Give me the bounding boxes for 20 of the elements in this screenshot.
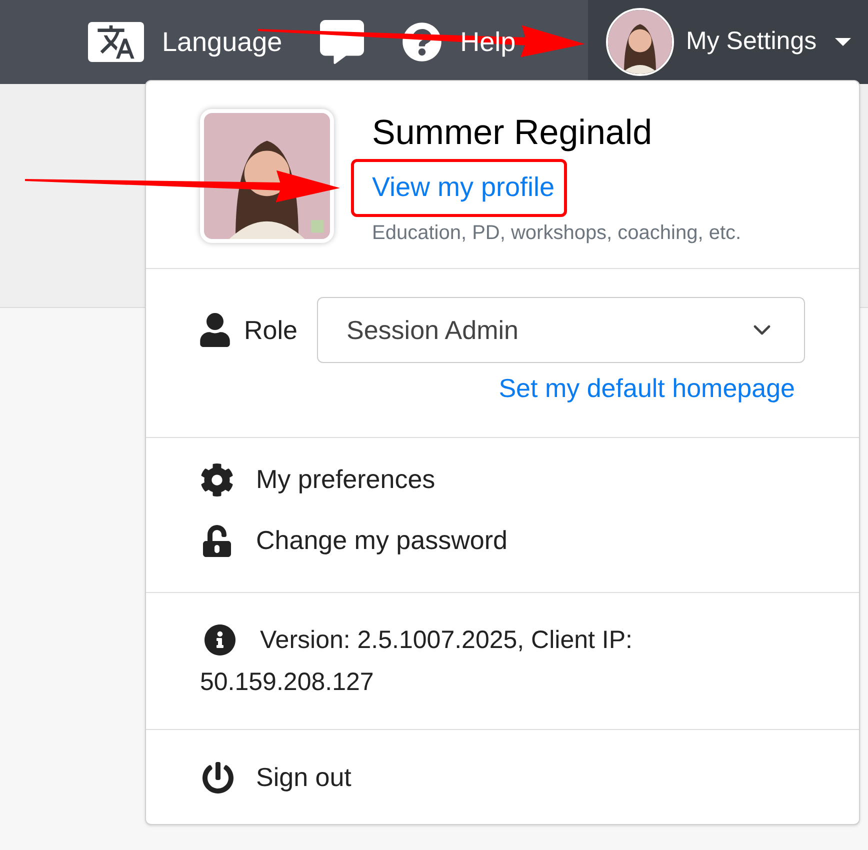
caret-icon — [834, 38, 851, 46]
profile-link[interactable]: View my profile — [372, 167, 742, 208]
user-icon — [200, 313, 230, 347]
client-ip-text: 50.159.208.127 — [200, 667, 374, 698]
settings-menu-button[interactable]: My Settings — [588, 0, 868, 84]
menu-item[interactable]: My preferences — [200, 460, 859, 499]
default-homepage-link[interactable]: Set my default homepage — [498, 369, 795, 408]
role-label: Role — [244, 314, 298, 346]
translate-icon — [88, 22, 144, 62]
power-icon — [202, 762, 234, 794]
sign-out-link[interactable]: Sign out — [146, 730, 859, 797]
role-select[interactable]: Session Admin — [317, 297, 805, 363]
version-text: Version: 2.5.1007.2025, Client IP: — [260, 625, 632, 656]
profile-subtitle: Education, PD, workshops, coaching, etc. — [372, 220, 742, 246]
settings-icon — [200, 462, 234, 496]
info-icon — [204, 624, 236, 656]
language-menu[interactable]: Language — [88, 22, 282, 62]
unlock-icon — [200, 524, 234, 556]
user-name: Summer Reginald — [372, 112, 654, 154]
menu-item[interactable]: Change my password — [200, 521, 859, 560]
